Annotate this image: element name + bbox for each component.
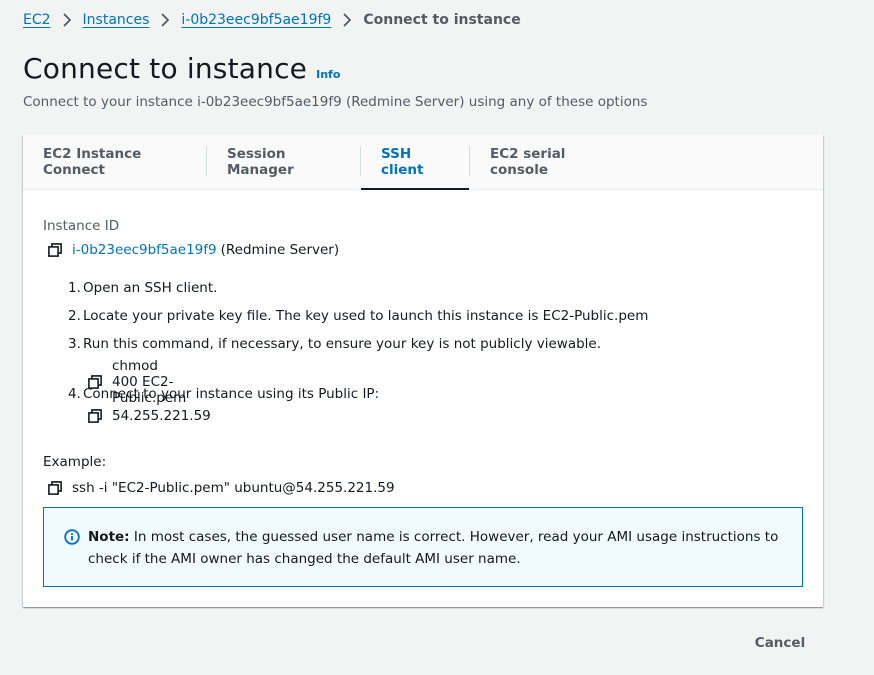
tab-ec2-serial-console[interactable]: EC2 serial console [470, 135, 630, 189]
public-ip-value: 54.255.221.59 [112, 408, 211, 424]
example-label: Example: [43, 454, 107, 470]
note-bold-label: Note: [88, 529, 130, 545]
instance-name: (Redmine Server) [220, 242, 340, 258]
breadcrumb-ec2[interactable]: EC2 [23, 12, 51, 28]
note-body: In most cases, the guessed user name is … [88, 529, 779, 567]
step-2: 2. Locate your private key file. The key … [68, 308, 649, 324]
info-icon [64, 529, 80, 545]
step-1: 1. Open an SSH client. [68, 280, 218, 296]
page-subtitle: Connect to your instance i-0b23eec9bf5ae… [23, 94, 648, 110]
tab-ssh-client[interactable]: SSH client [361, 135, 469, 190]
note-alert: Note: In most cases, the guessed user na… [43, 507, 803, 587]
chevron-right-icon [331, 12, 363, 28]
chevron-right-icon [51, 12, 83, 28]
tab-ec2-instance-connect[interactable]: EC2 Instance Connect [23, 135, 206, 189]
note-text: Note: In most cases, the guessed user na… [88, 526, 788, 570]
breadcrumb-current: Connect to instance [363, 12, 521, 28]
copy-icon[interactable] [48, 481, 62, 495]
connect-panel: EC2 Instance Connect Session Manager SSH… [23, 135, 823, 607]
step-3: 3. Run this command, if necessary, to ens… [68, 336, 602, 352]
breadcrumb: EC2 Instances i-0b23eec9bf5ae19f9 Connec… [23, 12, 521, 28]
chevron-right-icon [149, 12, 181, 28]
instance-id-label: Instance ID [43, 218, 120, 234]
page-header: Connect to instance Info [23, 52, 340, 85]
page-title: Connect to instance [23, 52, 308, 85]
cancel-button[interactable]: Cancel [740, 632, 820, 654]
info-link[interactable]: Info [316, 68, 340, 81]
public-ip-row: 54.255.221.59 [88, 408, 211, 424]
tab-session-manager[interactable]: Session Manager [207, 135, 360, 189]
tab-list: EC2 Instance Connect Session Manager SSH… [23, 135, 823, 190]
example-command: ssh -i "EC2-Public.pem" ubuntu@54.255.22… [72, 480, 395, 496]
breadcrumb-instance-id[interactable]: i-0b23eec9bf5ae19f9 [181, 12, 331, 28]
copy-icon[interactable] [88, 409, 102, 423]
example-command-row: ssh -i "EC2-Public.pem" ubuntu@54.255.22… [48, 480, 395, 496]
instance-id-link[interactable]: i-0b23eec9bf5ae19f9 [72, 242, 217, 258]
step-4: 4. Connect to your instance using its Pub… [68, 386, 380, 402]
copy-icon[interactable] [48, 243, 62, 257]
breadcrumb-instances[interactable]: Instances [83, 12, 150, 28]
instance-id-row: i-0b23eec9bf5ae19f9 (Redmine Server) [48, 242, 339, 258]
